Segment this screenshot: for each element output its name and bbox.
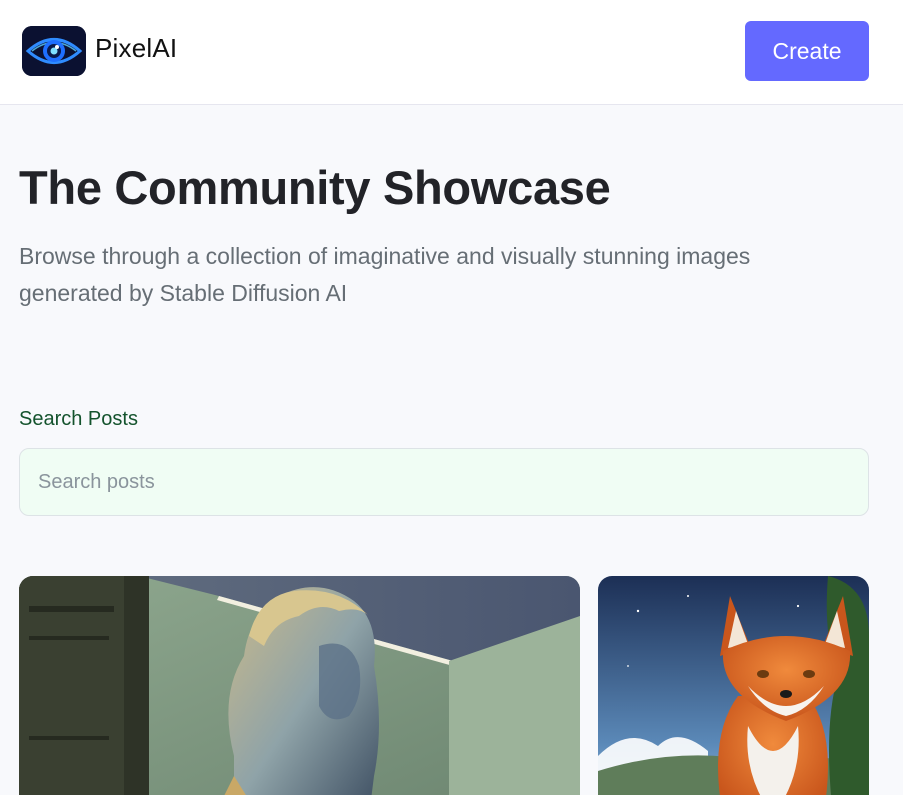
post-card-fox[interactable] [598, 576, 869, 795]
top-navbar: PixelAI Create [0, 0, 903, 105]
search-label: Search Posts [19, 408, 138, 430]
logo[interactable] [22, 26, 86, 76]
marble-bust-image [19, 576, 580, 795]
create-button[interactable]: Create [745, 21, 869, 81]
page-title: The Community Showcase [19, 161, 611, 214]
post-card-bust[interactable] [19, 576, 580, 795]
page-subtitle: Browse through a collection of imaginati… [19, 243, 751, 306]
fox-image [598, 576, 869, 795]
search-input[interactable] [19, 448, 869, 516]
brand-name[interactable]: PixelAI [95, 33, 177, 64]
eye-icon [22, 26, 86, 76]
